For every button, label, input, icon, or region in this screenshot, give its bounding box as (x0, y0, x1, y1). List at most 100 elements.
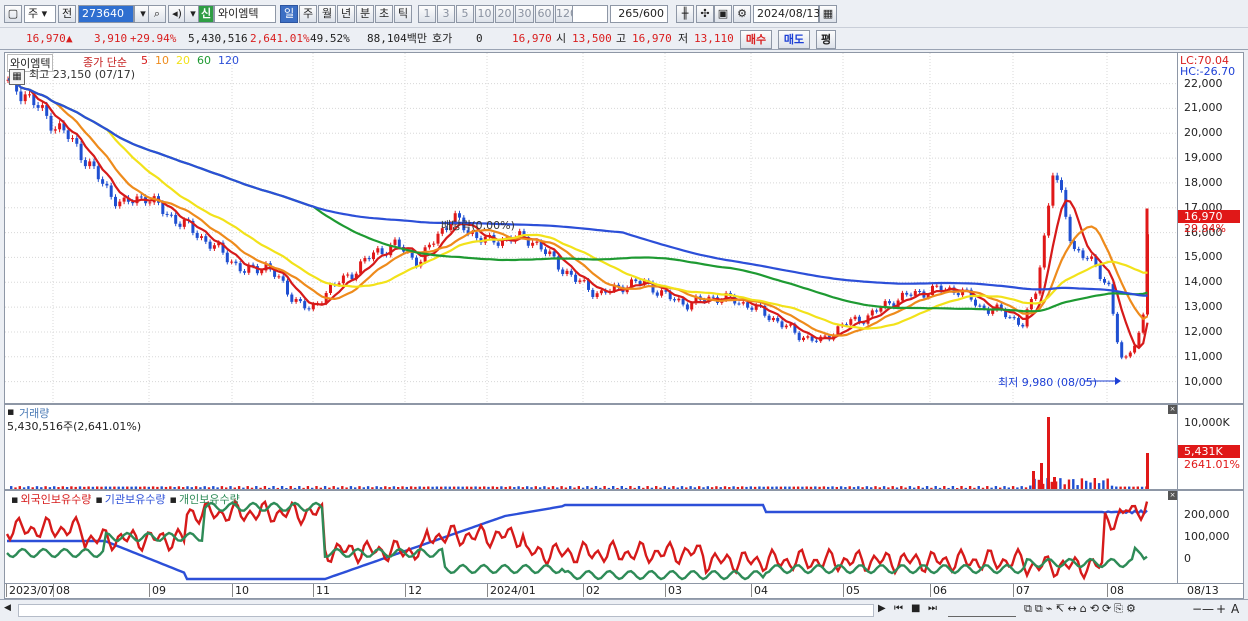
candle-icon[interactable]: ╫ (676, 5, 694, 23)
close-icon[interactable]: × (1168, 405, 1177, 414)
scroll-left-icon[interactable]: ◀ (4, 603, 16, 617)
high-price: 16,970 (632, 32, 672, 45)
interval-button-5[interactable]: 30 (515, 5, 534, 23)
eval-button[interactable]: 평 (816, 30, 836, 49)
x-axis: 2023/07 08 09 10 11 12 2024/01 02 03 04 05 06 07 08 0… (4, 584, 1244, 599)
speed-slider[interactable] (948, 604, 1016, 617)
prev-button[interactable]: 전 (58, 5, 76, 23)
legend-marker-icon: ▪ (11, 493, 19, 506)
price-y-tick: 15,000 (1184, 250, 1223, 264)
horizontal-scrollbar[interactable] (18, 604, 874, 617)
x-axis-label: 12 (405, 584, 422, 597)
volume-axis: 10,000K 5,431K 2641.01% (1178, 404, 1244, 490)
x-axis-label: 2024/01 (487, 584, 536, 597)
stop-icon[interactable]: ■ (911, 603, 920, 614)
hoga-value: 0 (476, 32, 483, 45)
x-axis-label: 08 (53, 584, 70, 597)
change-value: 3,910 (94, 32, 128, 45)
volume-pct-tag: 2641.01% (1184, 458, 1240, 471)
period-button-6[interactable]: 틱 (394, 5, 412, 23)
x-axis-end-date: 08/13 (1187, 584, 1219, 597)
dividend-note: 배당락(0.00%) (441, 219, 515, 232)
search-icon[interactable]: ⌕ (148, 5, 166, 23)
holdings-legend-item: 기관보유수량 (104, 493, 166, 506)
sell-button[interactable]: 매도 (778, 30, 810, 49)
x-axis-label: 04 (751, 584, 768, 597)
volume-value: 5,430,516 (188, 32, 248, 45)
zoom-in-icon[interactable]: + (1216, 602, 1226, 616)
ma-line-120 (7, 77, 1148, 297)
interval-button-6[interactable]: 60 (535, 5, 554, 23)
current-price: 16,970 (26, 32, 66, 45)
x-axis-label: 11 (313, 584, 330, 597)
holdings-y-tick: 0 (1184, 552, 1191, 565)
count-field[interactable]: 265/600 (610, 5, 668, 23)
date-field[interactable]: 2024/08/13 (753, 5, 820, 23)
holdings-legend-item: 외국인보유수량 (20, 493, 92, 506)
interval-button-4[interactable]: 20 (495, 5, 514, 23)
period-button-5[interactable]: 초 (375, 5, 393, 23)
stock-code-input[interactable]: 273640 (78, 5, 134, 23)
x-axis-label: 08 (1107, 584, 1124, 597)
navigation-bar: ◀ ▶ ⏮ ■ ⏭ ⧉⧉⌁↸↔⌂⟲⟳⎘⚙ − — + A (0, 599, 1248, 621)
rewind-icon[interactable]: ⏮ (894, 603, 903, 614)
zoom-out-icon[interactable]: − (1192, 602, 1202, 616)
price-y-tick: 20,000 (1184, 126, 1223, 140)
holdings-y-tick: 100,000 (1184, 530, 1230, 543)
zoom-slider-icon[interactable]: — (1202, 602, 1214, 616)
count-value: 265 (618, 7, 640, 20)
interval-button-1[interactable]: 3 (437, 5, 455, 23)
interval-custom-input[interactable] (572, 5, 608, 23)
change-pct: +29.94% (130, 32, 177, 45)
window-icon[interactable]: ▢ (4, 5, 22, 23)
interval-button-0[interactable]: 1 (418, 5, 436, 23)
price-y-tick: 22,000 (1184, 76, 1223, 90)
volume-svg (10, 417, 1149, 489)
period-button-1[interactable]: 주 (299, 5, 317, 23)
chart-tools-icons[interactable]: ⧉⧉⌁↸↔⌂⟲⟳⎘⚙ (1024, 602, 1139, 616)
ask-price: 16,970 (512, 32, 552, 45)
high-label: 고 (616, 32, 627, 45)
interval-button-2[interactable]: 5 (456, 5, 474, 23)
candles (6, 74, 1149, 360)
price-y-tick: 11,000 (1184, 349, 1223, 363)
high-note: 최고 23,150 (07/17) (29, 68, 136, 81)
x-axis-label: 02 (583, 584, 600, 597)
price-y-tick: 19,000 (1184, 151, 1223, 165)
turnover-rate: 49.52% (310, 32, 350, 45)
price-chart-svg (5, 53, 1179, 405)
auto-scale-icon[interactable]: A (1231, 602, 1239, 616)
play-icon[interactable]: ▶ (878, 603, 886, 614)
buy-button[interactable]: 매수 (740, 30, 772, 49)
holdings-panel[interactable]: ▪ 외국인보유수량 ▪ 기관보유수량 ▪ 개인보유수량 × (4, 490, 1178, 584)
ma-legend-10: 10 (155, 54, 169, 67)
new-listing-badge: 신 (198, 5, 214, 23)
holdings-legend: ▪ 외국인보유수량 ▪ 기관보유수량 ▪ 개인보유수량 (7, 491, 240, 507)
low-price: 13,110 (694, 32, 734, 45)
last-pct-tag: 29.94% (1184, 222, 1226, 235)
hoga-label: 호가 (432, 32, 453, 45)
period-button-3[interactable]: 년 (337, 5, 355, 23)
stock-name-field[interactable]: 와이엠텍 (214, 5, 276, 23)
fast-forward-icon[interactable]: ⏭ (928, 603, 937, 614)
ma-legend-5: 5 (141, 54, 148, 67)
price-axis: LC:70.04 HC:-26.70 22,000 21,000 20,000 19,… (1178, 52, 1244, 404)
save-icon[interactable]: ▣ (714, 5, 732, 23)
volume-y-tick: 10,000K (1184, 416, 1230, 429)
price-y-tick: 10,000 (1184, 374, 1223, 388)
volume-panel[interactable]: ▪ 거래량 5,430,516주(2,641.01%) × (4, 404, 1178, 490)
low-note: 최저 9,980 (08/05) (998, 376, 1098, 389)
price-chart-panel[interactable]: 와이엠텍 종가 단순 5 10 20 60 120 ▦ 최고 23,150 (07/17… (4, 52, 1179, 405)
x-axis-label: 09 (149, 584, 166, 597)
period-button-4[interactable]: 분 (356, 5, 374, 23)
gear-icon[interactable]: ⚙ (733, 5, 751, 23)
period-button-0[interactable]: 일 (280, 5, 298, 23)
crosshair-icon[interactable]: ✣ (696, 5, 714, 23)
period-type-select[interactable]: 주 ▾ (24, 5, 56, 23)
period-button-2[interactable]: 월 (318, 5, 336, 23)
calendar-icon[interactable]: ▦ (819, 5, 837, 23)
ma-legend-20: 20 (176, 54, 190, 67)
close-icon[interactable]: × (1168, 491, 1177, 500)
grid-toggle-icon[interactable]: ▦ (9, 69, 25, 85)
interval-button-3[interactable]: 10 (475, 5, 494, 23)
